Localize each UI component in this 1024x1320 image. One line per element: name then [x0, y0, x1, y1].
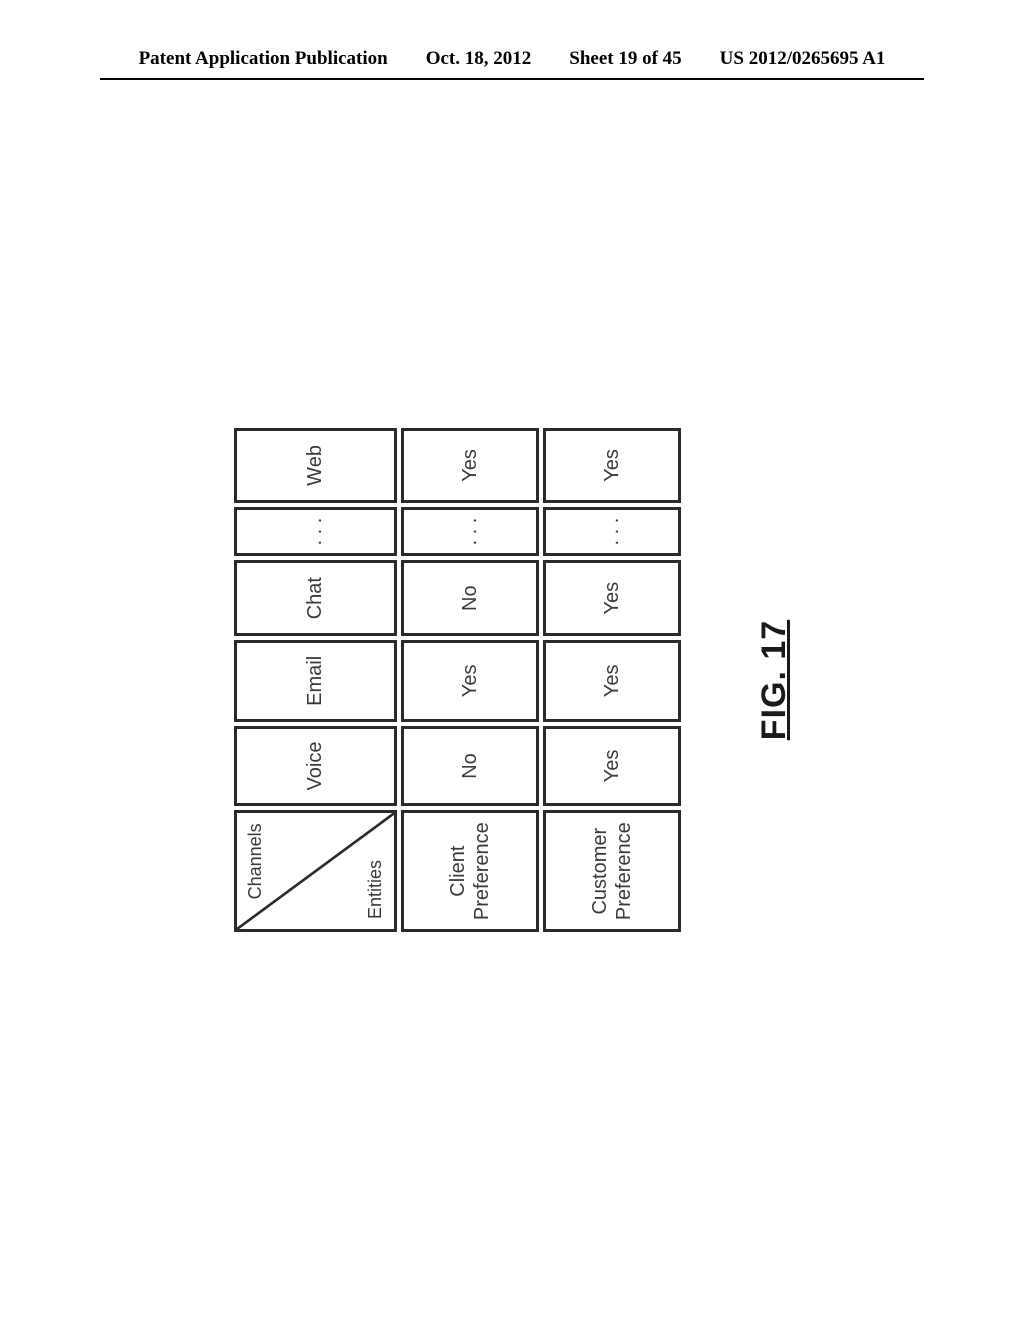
cell: Yes [401, 428, 539, 503]
cell: Yes [543, 560, 681, 636]
cell: Yes [401, 640, 539, 722]
col-header-email: Email [234, 640, 397, 722]
cell: No [401, 560, 539, 636]
row-header-customer-pref: Customer Preference [543, 810, 681, 932]
table-row: Customer Preference Yes Yes Yes . . . Ye… [543, 428, 681, 932]
row-header-label: Client Preference [447, 822, 493, 920]
cell: Yes [543, 640, 681, 722]
cell: . . . [401, 507, 539, 556]
figure-caption: FIG. 17 [755, 620, 794, 740]
cell: No [401, 726, 539, 807]
header-rule [100, 78, 924, 80]
col-header-ellipsis: . . . [234, 507, 397, 556]
corner-label-channels: Channels [245, 823, 266, 899]
page-header: Patent Application Publication Oct. 18, … [0, 48, 1024, 70]
cell: . . . [543, 507, 681, 556]
header-date: Oct. 18, 2012 [426, 48, 532, 70]
col-header-chat: Chat [234, 560, 397, 636]
table-row: Client Preference No Yes No . . . Yes [401, 428, 539, 932]
figure-wrap: Channels Entities Voice Email Chat . . .… [230, 424, 794, 936]
channel-preference-table: Channels Entities Voice Email Chat . . .… [230, 424, 685, 936]
cell: Yes [543, 428, 681, 503]
row-header-client-pref: Client Preference [401, 810, 539, 932]
table-header-row: Channels Entities Voice Email Chat . . .… [234, 428, 397, 932]
corner-label-entities: Entities [365, 860, 386, 919]
page: Patent Application Publication Oct. 18, … [0, 0, 1024, 1320]
header-pubno: US 2012/0265695 A1 [720, 48, 886, 70]
corner-cell: Channels Entities [234, 810, 397, 932]
header-sheet: Sheet 19 of 45 [569, 48, 681, 70]
cell: Yes [543, 726, 681, 807]
page-header-inner: Patent Application Publication Oct. 18, … [139, 48, 886, 70]
col-header-voice: Voice [234, 726, 397, 807]
row-header-label: Customer Preference [589, 822, 635, 920]
col-header-web: Web [234, 428, 397, 503]
header-left: Patent Application Publication [139, 48, 388, 70]
figure: Channels Entities Voice Email Chat . . .… [230, 424, 794, 936]
